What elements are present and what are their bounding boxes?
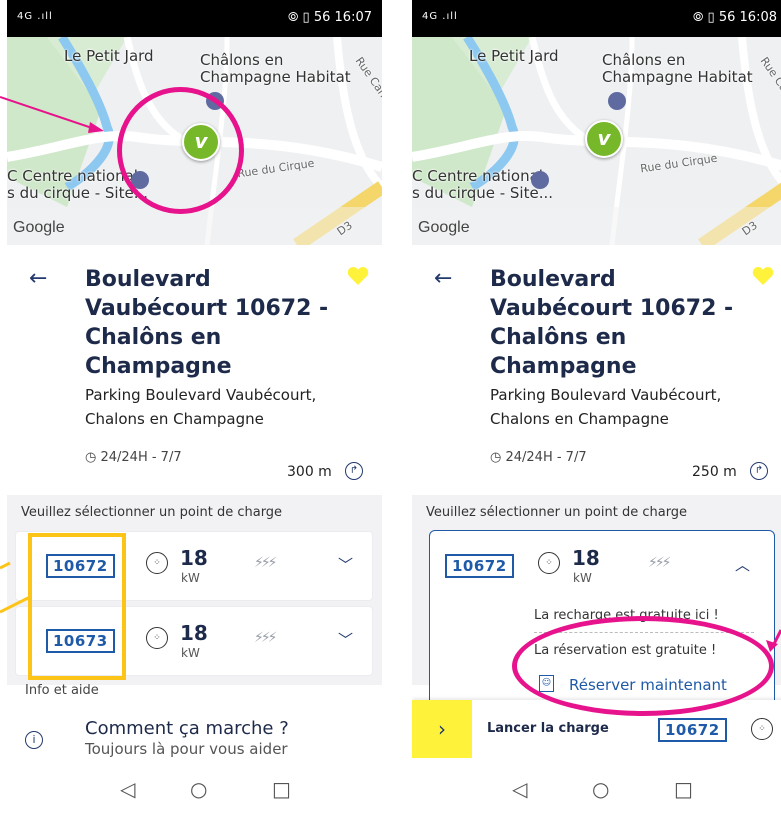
annotation-highlight [28,533,126,680]
annotation-circle [512,616,774,716]
annotation-circle [117,87,244,214]
